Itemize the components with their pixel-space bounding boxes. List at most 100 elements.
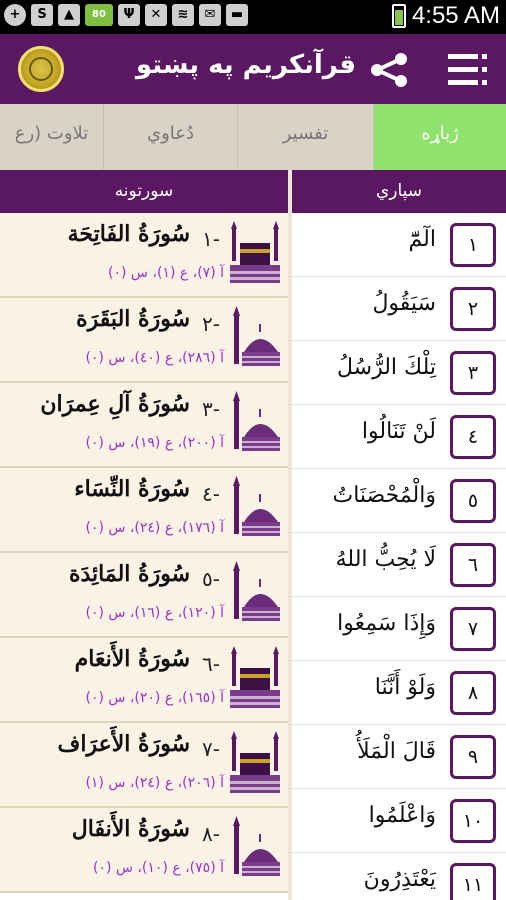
- surah-meta: آ (١٦٥)، ع (٢٠)، س (٠): [85, 690, 224, 706]
- surah-name: سُورَةُ الفَاتِحَة: [67, 221, 190, 247]
- share-icon[interactable]: [368, 52, 410, 88]
- surahs-header: سورتونه: [0, 170, 288, 213]
- para-row[interactable]: ٩ قَالَ الْمَلَأُ: [292, 725, 506, 789]
- para-name: وَلَوْ أَنَّنَا: [374, 675, 436, 700]
- surah-row[interactable]: ٧- سُورَةُ الأَعرَاف آ (٢٠٦)، ع (٢٤)، س (١…: [0, 723, 288, 808]
- surah-meta: آ (٧)، ع (١)، س (٠): [107, 265, 224, 281]
- kaaba-icon: [230, 731, 280, 795]
- mosque-icon: [230, 306, 280, 370]
- badge-80-icon: 80: [85, 4, 113, 26]
- surah-list[interactable]: ١- سُورَةُ الفَاتِحَة آ (٧)، ع (١)، س (٠) ٢…: [0, 213, 288, 900]
- mail-icon: ✉: [199, 4, 221, 26]
- mosque-icon: [230, 561, 280, 625]
- surah-name: سُورَةُ الأَنعَام: [74, 646, 190, 672]
- para-row[interactable]: ١٠ وَاعْلَمُوا: [292, 789, 506, 853]
- tab-translation[interactable]: ژباړه: [374, 104, 506, 170]
- surah-number: ٧-: [202, 737, 220, 761]
- para-number-badge: ٥: [450, 479, 496, 523]
- surah-name: سُورَةُ الأَعرَاف: [57, 731, 190, 757]
- surah-number: ٦-: [202, 652, 220, 676]
- quran-logo-icon[interactable]: [18, 46, 64, 92]
- para-name: قَالَ الْمَلَأُ: [357, 739, 436, 764]
- surah-row[interactable]: ٤- سُورَةُ النِّسَاء آ (١٧٦)، ع (٢٤)، س (٠…: [0, 468, 288, 553]
- para-row[interactable]: ٢ سَيَقُولُ: [292, 277, 506, 341]
- mute-icon: ✕: [145, 4, 167, 26]
- para-row[interactable]: ١ الٓمّٓ: [292, 213, 506, 277]
- para-number-badge: ٤: [450, 415, 496, 459]
- surah-meta: آ (٢٠٦)، ع (٢٤)، س (١): [85, 775, 224, 791]
- app-bar: قرآنکریم په پښتو: [0, 34, 506, 104]
- surah-name: سُورَةُ آلِ عِمرَان: [40, 391, 190, 417]
- menu-icon[interactable]: [448, 54, 488, 86]
- para-row[interactable]: ٦ لَا يُحِبُّ اللهُ: [292, 533, 506, 597]
- surah-name: سُورَةُ النِّسَاء: [74, 476, 190, 502]
- add-icon: +: [4, 4, 26, 26]
- status-bar: + S ▲ 80 Ψ ✕ ≋ ✉ ▬ 4:55 AM: [0, 0, 506, 34]
- para-name: سَيَقُولُ: [372, 291, 436, 316]
- para-number-badge: ١: [450, 223, 496, 267]
- surah-name: سُورَةُ البَقَرَة: [76, 306, 190, 332]
- para-number-badge: ٧: [450, 607, 496, 651]
- app-title: قرآنکریم په پښتو: [135, 50, 356, 80]
- battery-icon: [391, 4, 406, 28]
- surah-number: ٤-: [202, 482, 220, 506]
- para-name: وَاعْلَمُوا: [368, 803, 436, 828]
- surah-number: ٢-: [202, 312, 220, 336]
- para-name: وَإِذَا سَمِعُوا: [337, 611, 436, 636]
- para-number-badge: ٨: [450, 671, 496, 715]
- skype-icon: S: [31, 4, 53, 26]
- surah-meta: آ (١٢٠)، ع (١٦)، س (٠): [85, 605, 224, 621]
- para-number-badge: ١٠: [450, 799, 496, 843]
- tab-duas[interactable]: دُعاوي: [104, 104, 238, 170]
- surah-row[interactable]: ٢- سُورَةُ البَقَرَة آ (٢٨٦)، ع (٤٠)، س (٠…: [0, 298, 288, 383]
- mosque-icon: [230, 816, 280, 880]
- mosque-icon: [230, 391, 280, 455]
- surah-meta: آ (٢٠٠)، ع (١٩)، س (٠): [85, 435, 224, 451]
- notification-icons: + S ▲ 80 Ψ ✕ ≋ ✉ ▬: [4, 4, 248, 26]
- image-icon: ▲: [58, 4, 80, 26]
- surah-number: ٨-: [202, 822, 220, 846]
- surah-meta: آ (١٧٦)، ع (٢٤)، س (٠): [85, 520, 224, 536]
- surah-row[interactable]: ٨- سُورَةُ الأَنفَال آ (٧٥)، ع (١٠)، س (٠): [0, 808, 288, 893]
- para-number-badge: ٦: [450, 543, 496, 587]
- para-row[interactable]: ٤ لَنْ تَنَالُوا: [292, 405, 506, 469]
- kaaba-icon: [230, 646, 280, 710]
- para-number-badge: ٢: [450, 287, 496, 331]
- usb-icon: Ψ: [118, 4, 140, 26]
- para-row[interactable]: ٣ تِلْكَ الرُّسُلُ: [292, 341, 506, 405]
- surah-name: سُورَةُ المَائِدَة: [68, 561, 190, 587]
- kaaba-icon: [230, 221, 280, 285]
- para-name: وَالْمُحْصَنَاتُ: [332, 483, 437, 508]
- surah-number: ١-: [202, 227, 220, 251]
- para-name: الٓمّٓ: [408, 227, 436, 252]
- surah-name: سُورَةُ الأَنفَال: [71, 816, 190, 842]
- para-name: يَعْتَذِرُونَ: [363, 867, 436, 892]
- para-number-badge: ٣: [450, 351, 496, 395]
- surah-row[interactable]: ٣- سُورَةُ آلِ عِمرَان آ (٢٠٠)، ع (١٩)، س …: [0, 383, 288, 468]
- tab-bar: تلاوت (رع دُعاوي تفسير ژباړه: [0, 104, 506, 170]
- tab-tafsir[interactable]: تفسير: [238, 104, 374, 170]
- paras-header: سپاري: [292, 170, 506, 213]
- mosque-icon: [230, 476, 280, 540]
- surah-row[interactable]: ٦- سُورَةُ الأَنعَام آ (١٦٥)، ع (٢٠)، س (٠…: [0, 638, 288, 723]
- surah-row[interactable]: ٥- سُورَةُ المَائِدَة آ (١٢٠)، ع (١٦)، س (…: [0, 553, 288, 638]
- surah-meta: آ (٢٨٦)، ع (٤٠)، س (٠): [85, 350, 224, 366]
- surah-number: ٣-: [202, 397, 220, 421]
- para-number-badge: ١١: [450, 863, 496, 900]
- surah-meta: آ (٧٥)، ع (١٠)، س (٠): [92, 860, 224, 876]
- para-name: لَنْ تَنَالُوا: [361, 419, 436, 444]
- para-row[interactable]: ٨ وَلَوْ أَنَّنَا: [292, 661, 506, 725]
- bag-icon: ▬: [226, 4, 248, 26]
- para-number-badge: ٩: [450, 735, 496, 779]
- para-name: تِلْكَ الرُّسُلُ: [337, 355, 436, 380]
- para-row[interactable]: ٥ وَالْمُحْصَنَاتُ: [292, 469, 506, 533]
- tab-recitation[interactable]: تلاوت (رع: [0, 104, 104, 170]
- para-list[interactable]: ١ الٓمّٓ ٢ سَيَقُولُ ٣ تِلْكَ الرُّسُلُ ٤ لَنْ …: [292, 213, 506, 900]
- para-row[interactable]: ٧ وَإِذَا سَمِعُوا: [292, 597, 506, 661]
- surah-number: ٥-: [202, 567, 220, 591]
- surah-row[interactable]: ١- سُورَةُ الفَاتِحَة آ (٧)، ع (١)، س (٠): [0, 213, 288, 298]
- para-name: لَا يُحِبُّ اللهُ: [335, 547, 436, 572]
- para-row[interactable]: ١١ يَعْتَذِرُونَ: [292, 853, 506, 900]
- wifi-icon: ≋: [172, 4, 194, 26]
- clock: 4:55 AM: [411, 2, 500, 29]
